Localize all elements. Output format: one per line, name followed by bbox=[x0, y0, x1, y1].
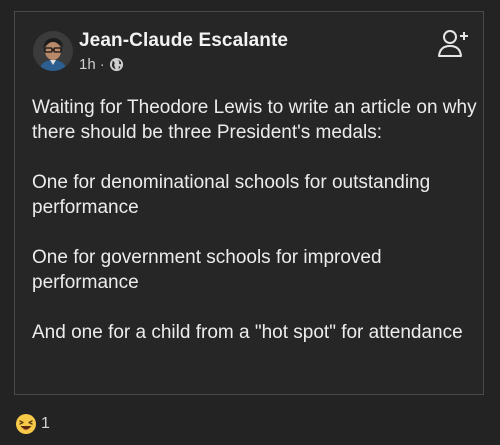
post-meta: 1h · bbox=[79, 56, 124, 73]
laughing-emoji-icon bbox=[16, 414, 36, 434]
author-name[interactable]: Jean-Claude Escalante bbox=[79, 30, 288, 52]
post-paragraph: Waiting for Theodore Lewis to write an a… bbox=[32, 97, 477, 143]
meta-separator: · bbox=[99, 56, 105, 73]
reactions-summary[interactable]: 1 bbox=[15, 413, 50, 435]
post-paragraph: One for government schools for improved … bbox=[32, 247, 382, 293]
globe-icon[interactable] bbox=[109, 57, 124, 72]
author-avatar[interactable] bbox=[33, 31, 73, 71]
post-body: Waiting for Theodore Lewis to write an a… bbox=[32, 95, 477, 345]
post-card: Jean-Claude Escalante 1h · Waiting for T… bbox=[14, 11, 484, 395]
reaction-count[interactable]: 1 bbox=[41, 415, 50, 433]
post-time[interactable]: 1h bbox=[79, 56, 96, 73]
add-friend-icon[interactable] bbox=[436, 28, 470, 58]
post-paragraph: One for denominational schools for outst… bbox=[32, 172, 431, 218]
post-paragraph: And one for a child from a "hot spot" fo… bbox=[32, 322, 463, 343]
